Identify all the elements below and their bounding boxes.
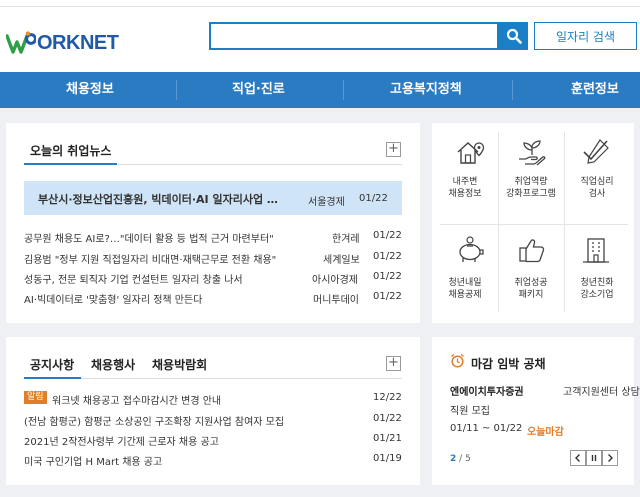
search-icon <box>506 28 522 44</box>
service-label: 취업성공 패키지 <box>514 278 548 300</box>
news-item-title[interactable]: AI·빅데이터로 '맞춤형' 일자리 정책 만든다 <box>24 291 202 306</box>
news-item-date: 01/22 <box>373 271 402 282</box>
nav-item-training[interactable]: 훈련정보 <box>571 72 619 108</box>
pencil-check-icon <box>583 139 609 164</box>
nav-item-career[interactable]: 직업·진로 <box>232 72 285 108</box>
search-input[interactable] <box>209 22 499 50</box>
news-item-date: 01/22 <box>373 230 402 241</box>
next-button[interactable] <box>602 450 618 466</box>
tab-divider <box>81 378 402 379</box>
deadline-status: 오늘마감 <box>527 427 564 438</box>
news-item-source: 한겨레 <box>332 234 360 245</box>
deadline-period: 01/11 ~ 01/22 <box>450 423 523 434</box>
tab-job-fairs[interactable]: 채용박람회 <box>152 356 207 373</box>
headline-date: 01/22 <box>359 193 388 204</box>
top-utility-strip <box>0 0 640 7</box>
plant-hand-icon <box>519 140 546 166</box>
tab-active-underline <box>24 163 117 165</box>
service-label: 청년내일 채용공제 <box>448 278 482 300</box>
service-label: 취업역량 강화프로그램 <box>506 177 556 199</box>
notice-item-date: 01/19 <box>373 453 402 464</box>
logo-text: ORKNET <box>37 31 119 54</box>
notice-item-title[interactable]: 미국 구인기업 H Mart 채용 공고 <box>24 453 162 468</box>
news-item-title[interactable]: 공무원 채용도 AI로?…"데이터 활용 등 법적 근거 마련부터" <box>24 230 274 245</box>
tab-recruit-events[interactable]: 채용행사 <box>91 356 135 373</box>
service-label: 내주변 채용정보 <box>448 177 482 199</box>
service-label: 직업심리 검사 <box>580 177 614 199</box>
building-icon <box>583 238 609 263</box>
piggy-bank-icon <box>459 236 484 262</box>
chevron-left-icon <box>575 454 580 462</box>
tab-divider <box>117 164 402 165</box>
news-item-source: 아시아경제 <box>312 275 358 286</box>
prev-button[interactable] <box>570 450 586 466</box>
headline-source: 서울경제 <box>308 197 345 208</box>
house-location-icon <box>457 142 485 164</box>
job-search-button[interactable]: 일자리 검색 <box>534 22 637 50</box>
news-item-source: 세계일보 <box>323 255 360 266</box>
headline-title[interactable]: 부산시·정보산업진흥원, 빅데이터·AI 일자리사업 … <box>38 191 278 207</box>
notice-more-button[interactable]: + <box>386 356 401 371</box>
pager-indicator: 2 / 5 <box>450 454 471 464</box>
deadline-desc[interactable]: 고객지원센터 상담 <box>563 383 640 398</box>
notice-item-title[interactable]: 워크넷 채용공고 접수마감시간 변경 안내 <box>52 392 221 407</box>
pager-total: 5 <box>465 454 471 464</box>
notice-item-title[interactable]: 2021년 2작전사령부 기간제 근로자 채용 공고 <box>24 433 219 448</box>
thumbs-up-icon <box>519 239 545 263</box>
nav-separator <box>343 80 344 100</box>
notice-item-title[interactable]: (전남 함평군) 함평군 소상공인 구조확장 지원사업 참여자 모집 <box>24 413 284 428</box>
news-item-title[interactable]: 성동구, 전문 퇴직자 기업 컨설턴트 일자리 창출 나서 <box>24 271 243 286</box>
news-item-source: 머니투데이 <box>313 295 359 306</box>
nav-item-welfare-policy[interactable]: 고용복지정책 <box>390 72 462 108</box>
search-button[interactable] <box>499 22 528 50</box>
deadline-desc-cont[interactable]: 직원 모집 <box>450 402 490 417</box>
news-item-date: 01/22 <box>373 251 402 262</box>
tab-notice[interactable]: 공지사항 <box>30 356 74 373</box>
tab-active-underline <box>24 377 81 379</box>
news-item-date: 01/22 <box>373 291 402 302</box>
pause-icon <box>591 455 597 461</box>
pager-separator: / <box>459 454 463 464</box>
grid-divider <box>440 224 628 225</box>
notice-item-date: 01/22 <box>373 413 402 424</box>
nav-separator <box>512 80 513 100</box>
site-header: ORKNET 일자리 검색 <box>0 7 640 72</box>
news-more-button[interactable]: + <box>386 142 401 157</box>
alarm-clock-icon <box>451 353 464 368</box>
deadline-company[interactable]: 엔에이치투자증권 <box>450 383 524 398</box>
pause-button[interactable] <box>586 450 602 466</box>
worknet-logo[interactable]: ORKNET <box>6 29 119 57</box>
pager-current: 2 <box>450 454 457 464</box>
deadline-title: 마감 임박 공채 <box>471 357 546 371</box>
service-label: 청년친화 강소기업 <box>580 278 614 300</box>
notice-item-date: 12/22 <box>373 392 402 403</box>
nav-separator <box>176 80 177 100</box>
nav-item-job-info[interactable]: 채용정보 <box>66 72 114 108</box>
chevron-right-icon <box>608 454 613 462</box>
news-item-title[interactable]: 김용범 "정부 지원 직접일자리 비대면·재택근무로 전환 채용" <box>24 251 276 266</box>
notice-badge: 알림 <box>24 391 47 404</box>
logo-w-icon <box>6 31 36 54</box>
main-nav: 채용정보 직업·진로 고용복지정책 훈련정보 <box>0 72 640 108</box>
notice-item-date: 01/21 <box>373 433 402 444</box>
tab-today-news[interactable]: 오늘의 취업뉴스 <box>30 142 111 159</box>
